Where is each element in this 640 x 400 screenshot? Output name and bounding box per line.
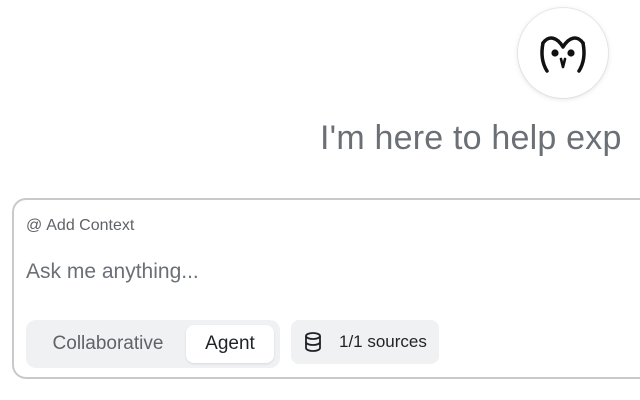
owl-logo bbox=[518, 8, 608, 98]
sources-label: 1/1 sources bbox=[339, 332, 427, 351]
owl-icon bbox=[540, 36, 586, 73]
prompt-input[interactable] bbox=[26, 256, 626, 288]
mode-toggle: Collaborative Agent bbox=[26, 320, 280, 368]
database-icon bbox=[305, 332, 321, 352]
add-context-button[interactable]: @ Add Context bbox=[26, 217, 134, 235]
page: I'm here to help exp @ Add Context Colla… bbox=[0, 0, 640, 400]
add-context-label: Add Context bbox=[46, 217, 135, 234]
chat-composer: @ Add Context Collaborative Agent 1/1 so… bbox=[12, 198, 640, 379]
sources-button[interactable]: 1/1 sources bbox=[291, 320, 439, 364]
collaborative-mode-button[interactable]: Collaborative bbox=[30, 325, 186, 363]
at-icon: @ bbox=[26, 217, 43, 234]
greeting-text: I'm here to help exp bbox=[320, 119, 622, 157]
agent-mode-button[interactable]: Agent bbox=[186, 325, 274, 363]
